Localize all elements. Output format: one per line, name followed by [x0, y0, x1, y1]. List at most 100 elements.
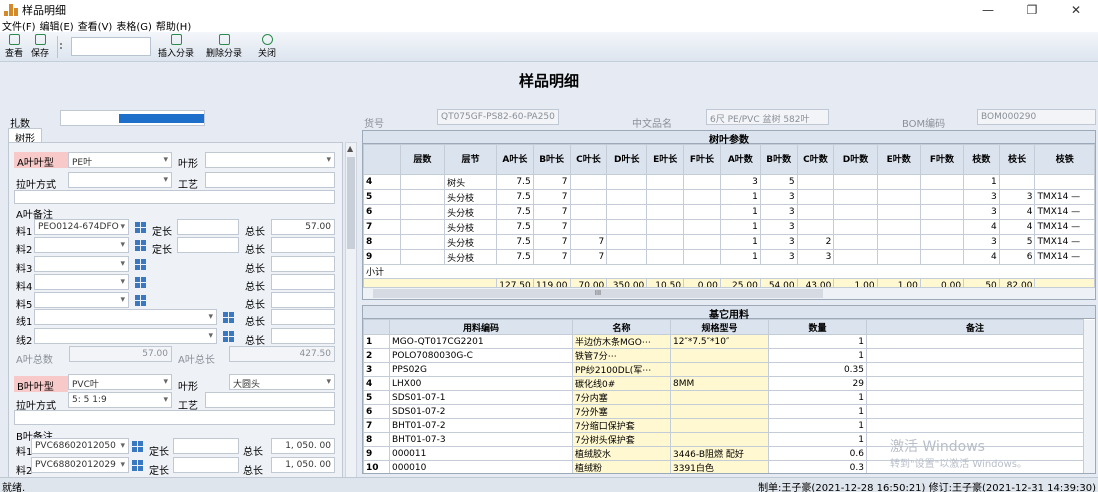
minimize-button[interactable]: — — [966, 0, 1010, 19]
table-row[interactable]: 4 LHX00 碳化线0# 8MM 29 — [363, 376, 1084, 391]
material-code-cell[interactable]: POLO7080030G-C — [389, 348, 573, 363]
grid-picker-icon[interactable] — [135, 295, 146, 306]
table-cell[interactable]: 7 — [532, 189, 571, 205]
table-cell[interactable]: 1 — [719, 234, 761, 250]
table-cell[interactable] — [833, 189, 878, 205]
table-cell[interactable] — [646, 249, 685, 265]
table-cell[interactable]: 7 — [569, 234, 608, 250]
table-cell[interactable]: 4 — [998, 219, 1036, 235]
table-cell[interactable]: 1 — [719, 189, 761, 205]
a-note-box-top[interactable] — [14, 190, 335, 204]
column-header[interactable]: 层数 — [399, 144, 446, 175]
table-cell[interactable]: 7.5 — [495, 219, 534, 235]
mat2-select[interactable] — [34, 237, 129, 253]
mat2-total-length[interactable] — [271, 237, 335, 253]
table-cell[interactable] — [399, 189, 446, 205]
wire1-total-length[interactable] — [271, 309, 335, 325]
column-header[interactable]: B叶长 — [532, 144, 571, 175]
material-name-cell[interactable]: 半边仿木条MGO⋯ — [572, 334, 671, 349]
close-window-button[interactable]: ✕ — [1054, 0, 1098, 19]
table-cell[interactable]: TMX14 — — [1034, 234, 1095, 250]
remark-cell[interactable] — [866, 376, 1084, 391]
material-code-cell[interactable]: BHT01-07-3 — [389, 432, 573, 447]
table-cell[interactable] — [919, 234, 965, 250]
table-cell[interactable]: TMX14 — — [1034, 249, 1095, 265]
base-materials-vscrollbar[interactable] — [1083, 320, 1095, 473]
mat2-fix-length[interactable] — [177, 237, 239, 253]
table-cell[interactable] — [646, 174, 685, 190]
material-name-cell[interactable]: 7分缩口保护套 — [572, 418, 671, 433]
table-cell[interactable]: 1 — [719, 219, 761, 235]
table-cell[interactable]: 2 — [796, 234, 835, 250]
column-header[interactable]: E叶数 — [876, 144, 921, 175]
table-cell[interactable] — [876, 174, 921, 190]
table-cell[interactable] — [646, 234, 685, 250]
table-cell[interactable] — [683, 249, 721, 265]
material-name-cell[interactable]: 植绒粉 — [572, 460, 671, 473]
material-code-cell[interactable]: 000011 — [389, 446, 573, 461]
table-row[interactable]: 7 BHT01-07-2 7分缩口保护套 1 — [363, 418, 1084, 433]
column-header[interactable]: D叶数 — [833, 144, 878, 175]
table-cell[interactable] — [399, 234, 446, 250]
table-cell[interactable]: 1 — [719, 249, 761, 265]
table-cell[interactable]: 4 — [963, 249, 1000, 265]
scrollbar-thumb[interactable] — [347, 157, 355, 249]
table-cell[interactable] — [833, 174, 878, 190]
table-cell[interactable] — [606, 189, 648, 205]
quantity-cell[interactable]: 1 — [768, 334, 867, 349]
spec-cell[interactable] — [670, 404, 769, 419]
material-code-cell[interactable]: LHX00 — [389, 376, 573, 391]
grid-picker-icon[interactable] — [223, 331, 234, 342]
bundle-field[interactable] — [60, 110, 205, 126]
material-name-cell[interactable]: 7分外塞 — [572, 404, 671, 419]
a-leaf-type-select[interactable]: PE叶 — [68, 152, 172, 168]
table-cell[interactable]: 1 — [719, 204, 761, 220]
left-panel-scrollbar[interactable]: ▲ — [345, 142, 357, 478]
table-cell[interactable]: TMX14 — — [1034, 189, 1095, 205]
table-cell[interactable] — [796, 204, 835, 220]
table-cell[interactable] — [833, 219, 878, 235]
table-cell[interactable] — [876, 189, 921, 205]
table-cell[interactable]: 7 — [532, 174, 571, 190]
table-cell[interactable]: 头分枝 — [444, 249, 497, 265]
quantity-cell[interactable]: 0.3 — [768, 460, 867, 473]
b-mat1-select[interactable]: PVC68602012050 — [31, 438, 129, 454]
quantity-cell[interactable]: 1 — [768, 432, 867, 447]
table-cell[interactable]: 树头 — [444, 174, 497, 190]
wire1-select[interactable] — [34, 309, 217, 325]
b-leaf-shape-select[interactable]: 大圆头 — [229, 374, 335, 390]
remark-cell[interactable] — [866, 362, 1084, 377]
spec-cell[interactable] — [670, 362, 769, 377]
table-row[interactable]: 3 PPS02G PP纱2100DL(军⋯ 0.35 — [363, 362, 1084, 377]
menu-edit[interactable]: 编辑(E) — [40, 18, 74, 33]
b-mat2-total-length[interactable]: 1, 050. 00 — [271, 457, 335, 473]
table-cell[interactable] — [606, 174, 648, 190]
view-button[interactable]: 查看 — [5, 34, 23, 59]
material-name-cell[interactable]: 铁管7分⋯ — [572, 348, 671, 363]
table-cell[interactable]: 7 — [569, 249, 608, 265]
spec-cell[interactable]: 8MM — [670, 376, 769, 391]
remark-cell[interactable] — [866, 334, 1084, 349]
tree-params-hscrollbar[interactable]: III — [363, 287, 1095, 299]
quantity-cell[interactable]: 0.6 — [768, 446, 867, 461]
table-cell[interactable] — [833, 234, 878, 250]
column-header[interactable]: E叶长 — [646, 144, 685, 175]
b-mat1-fix-length[interactable] — [173, 438, 239, 454]
wire2-total-length[interactable] — [271, 328, 335, 344]
spec-cell[interactable] — [670, 432, 769, 447]
menu-file[interactable]: 文件(F) — [2, 18, 36, 33]
table-cell[interactable] — [399, 174, 446, 190]
table-cell[interactable] — [646, 219, 685, 235]
table-cell[interactable] — [876, 204, 921, 220]
column-header[interactable]: 用料编码 — [389, 319, 573, 335]
table-cell[interactable]: 3 — [963, 234, 1000, 250]
table-cell[interactable]: 7.5 — [495, 234, 534, 250]
spec-cell[interactable]: 3446-B阻燃 配好 — [670, 446, 769, 461]
column-header[interactable]: A叶数 — [719, 144, 761, 175]
table-cell[interactable] — [683, 174, 721, 190]
mat3-total-length[interactable] — [271, 256, 335, 272]
table-row[interactable]: 8 头分枝 7.5 7 7 1 3 2 3 5 TMX14 — — [363, 234, 1095, 250]
table-cell[interactable] — [919, 204, 965, 220]
pull-method-select[interactable] — [68, 172, 172, 188]
column-header[interactable]: 名称 — [572, 319, 671, 335]
